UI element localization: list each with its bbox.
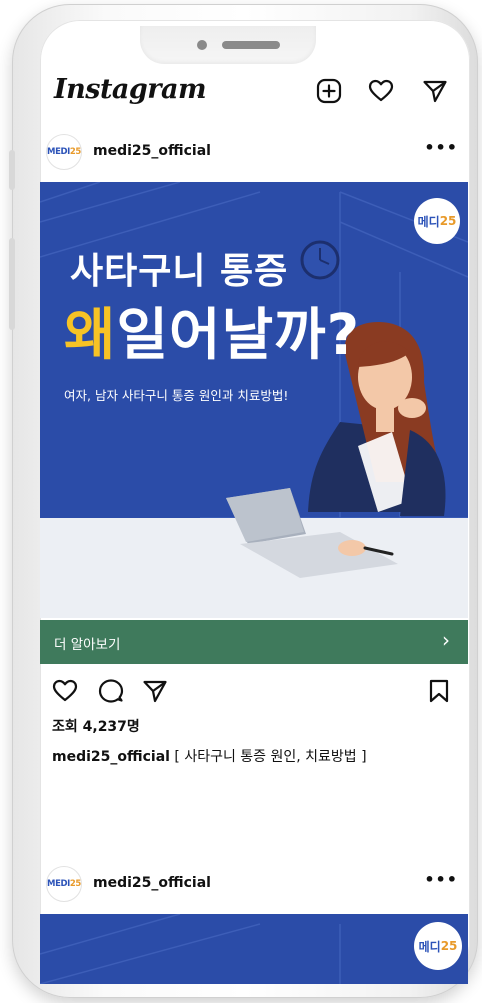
view-count: 조회 4,237명 xyxy=(52,719,140,735)
instagram-logo[interactable]: Instagram xyxy=(54,74,207,105)
avatar-text-accent: 25 xyxy=(69,147,81,157)
brand-badge: 메디 25 xyxy=(414,198,460,244)
badge-text: 메디 xyxy=(417,214,440,229)
badge-text-accent: 25 xyxy=(439,214,457,228)
camera-icon xyxy=(197,40,207,50)
app-header: Instagram ⌄ xyxy=(54,74,464,118)
chevron-down-icon[interactable]: ⌄ xyxy=(194,86,206,102)
post-image[interactable]: 메디 25 xyxy=(40,914,468,984)
share-icon[interactable] xyxy=(142,678,168,704)
badge-text: 메디 xyxy=(418,939,441,954)
comment-icon[interactable] xyxy=(98,678,124,704)
avatar[interactable]: MEDI 25 xyxy=(46,134,82,170)
more-options-icon[interactable]: ••• xyxy=(424,870,458,889)
bookmark-icon[interactable] xyxy=(426,678,452,704)
avatar-text-accent: 25 xyxy=(69,879,81,889)
learn-more-label: 더 알아보기 xyxy=(54,637,121,653)
post-username[interactable]: medi25_official xyxy=(93,143,211,159)
brand-badge: 메디 25 xyxy=(414,922,462,970)
caption-text: [ 사타구니 통증 원인, 치료방법 ] xyxy=(169,749,367,765)
post-username[interactable]: medi25_official xyxy=(93,875,211,891)
avatar[interactable]: MEDI 25 xyxy=(46,866,82,902)
like-heart-icon[interactable] xyxy=(52,678,78,704)
badge-text-accent: 25 xyxy=(440,939,458,953)
side-button xyxy=(9,238,15,330)
more-options-icon[interactable]: ••• xyxy=(424,138,458,157)
heart-icon[interactable] xyxy=(368,78,394,104)
post-header: MEDI 25 medi25_official ••• xyxy=(46,866,466,904)
background-illustration xyxy=(40,914,341,984)
image-subtitle: 여자, 남자 사타구니 통증 원인과 치료방법! xyxy=(64,388,289,403)
side-button xyxy=(9,150,15,190)
avatar-text: MEDI xyxy=(47,879,70,889)
image-title-line1: 사타구니 통증 xyxy=(70,251,289,292)
post-header: MEDI 25 medi25_official ••• xyxy=(46,134,466,172)
post-image[interactable]: 메디 25 사타구니 통증 왜일어날까? 여자, 남자 사타구니 통증 원인과 치… xyxy=(40,182,468,618)
image-title-line2: 왜일어날까? xyxy=(64,290,360,371)
direct-message-icon[interactable] xyxy=(422,78,448,104)
chevron-right-icon: › xyxy=(442,628,450,652)
post-caption: medi25_official [ 사타구니 통증 원인, 치료방법 ] xyxy=(52,746,367,766)
title-rest: 일어날까? xyxy=(116,303,361,368)
caption-username[interactable]: medi25_official xyxy=(52,749,170,765)
learn-more-button[interactable]: 더 알아보기 › xyxy=(40,620,468,664)
title-highlight: 왜 xyxy=(64,303,117,368)
post-actions xyxy=(50,678,460,708)
avatar-text: MEDI xyxy=(47,147,70,157)
new-post-icon[interactable] xyxy=(316,78,342,104)
speaker-grille xyxy=(222,41,280,49)
